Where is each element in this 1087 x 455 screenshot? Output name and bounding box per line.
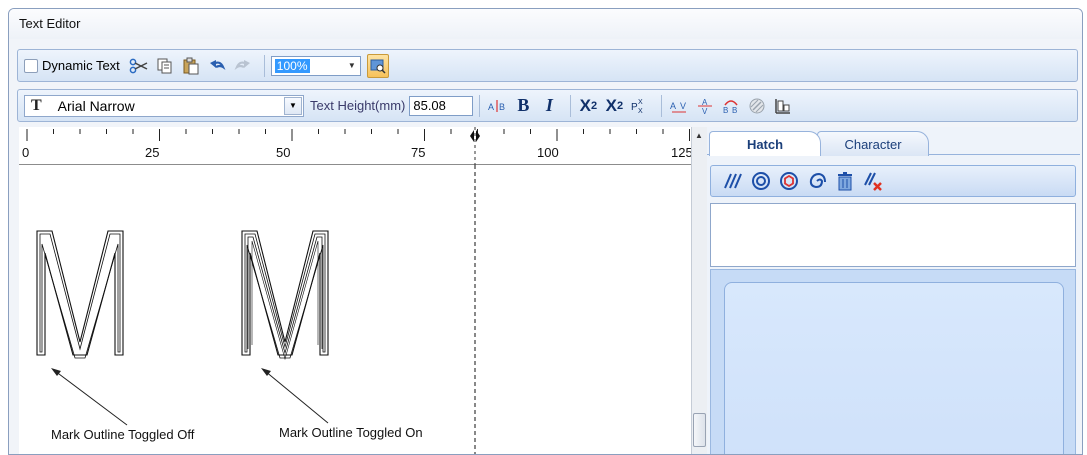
font-select[interactable]: T Arial Narrow ▼ [24,94,304,117]
text-height-input[interactable]: 85.08 [409,95,474,116]
ruler-label-75: 75 [411,145,426,160]
ruler-label-25: 25 [145,145,160,160]
hatch-settings-group [724,282,1064,454]
scroll-thumb[interactable] [693,413,706,447]
svg-text:P: P [631,102,638,113]
undo-icon[interactable] [206,54,228,78]
ruler-label-0: 0 [22,145,30,160]
char-spacing-icon[interactable]: AB [486,94,508,118]
annotation-outline-off: Mark Outline Toggled Off [51,427,195,442]
font-name: Arial Narrow [57,97,135,114]
italic-icon[interactable]: I [538,94,560,118]
subscript-exp: 2 [616,99,624,112]
ruler-label-100: 100 [537,145,559,160]
tab-character[interactable]: Character [817,131,929,156]
subscript-icon[interactable]: X2 [603,94,625,118]
svg-text:B: B [499,102,505,112]
svg-text:V: V [680,101,686,111]
hatch-rings-icon[interactable] [751,171,771,191]
svg-text:A: A [488,102,494,112]
zoom-select[interactable]: 100% ▼ [270,55,361,76]
hatch-lines-icon[interactable] [723,171,743,191]
chevron-down-icon[interactable]: ▼ [344,57,360,75]
tab-hatch[interactable]: Hatch [709,131,821,156]
copy-icon[interactable] [154,54,176,78]
svg-text:V: V [702,107,708,115]
main-toolbar: Dynamic Text 100% ▼ [17,49,1078,82]
vertical-scrollbar[interactable]: ▲ [691,127,707,454]
svg-text:X: X [638,99,643,106]
dynamic-text-label: Dynamic Text [42,58,120,73]
outline-icon[interactable] [746,94,768,118]
separator [661,94,663,117]
svg-text:X: X [638,108,643,115]
ruler-label-50: 50 [276,145,291,160]
hatch-toolbar [710,165,1076,197]
separator [479,94,481,117]
hatch-settings-area [710,269,1076,454]
properties-panel: Hatch Character [707,127,1080,454]
window-title: Text Editor [9,9,1082,39]
text-height-label: Text Height(mm) [310,98,406,113]
separator [263,54,265,77]
svg-text:A: A [670,101,676,111]
bold-icon[interactable]: B [512,94,534,118]
superscript-exp: 2 [590,99,598,112]
chevron-down-icon[interactable]: ▼ [284,96,302,115]
annotation-outline-on: Mark Outline Toggled On [279,425,423,440]
paste-icon[interactable] [180,54,202,78]
ruler-ticks [26,127,690,165]
super-sub-icon[interactable]: PXX [629,94,651,118]
preview-icon[interactable] [366,53,389,78]
hatch-list[interactable] [710,203,1076,267]
font-type-icon: T [31,96,42,114]
delete-icon[interactable] [835,171,855,191]
clear-hatch-icon[interactable] [863,171,883,191]
scroll-up-arrow-icon[interactable]: ▲ [695,131,703,140]
line-spacing-icon[interactable]: AV [694,94,716,118]
redo-icon[interactable] [232,54,254,78]
horizontal-ruler: 0 25 50 75 100 125 [19,127,701,165]
svg-text:B: B [723,106,728,115]
letter-m-outline-off [36,230,124,359]
hatch-spiral-icon[interactable] [807,171,827,191]
font-toolbar: T Arial Narrow ▼ Text Height(mm) 85.08 A… [17,89,1078,122]
text-editor-window: Text Editor Dynamic Text 100% ▼ T Arial … [8,8,1083,455]
ruler-label-125: 125 [671,145,693,160]
flip-icon[interactable]: BB [720,94,742,118]
letter-spacing-icon[interactable]: AV [668,94,690,118]
align-icon[interactable] [772,94,794,118]
panel-tabs: Hatch Character [707,127,1080,156]
separator [570,94,572,117]
dynamic-text-checkbox[interactable] [24,58,38,73]
text-canvas[interactable]: Mark Outline Toggled Off Mark Outline To… [19,165,691,454]
svg-text:B: B [732,106,737,115]
canvas-drawing [36,165,476,454]
scissors-icon[interactable] [128,54,150,78]
hatch-hex-rings-icon[interactable] [779,171,799,191]
zoom-value: 100% [274,58,310,73]
letter-m-outline-on [241,230,329,361]
superscript-x: X [579,95,591,115]
subscript-x: X [605,95,617,115]
superscript-icon[interactable]: X2 [577,94,599,118]
